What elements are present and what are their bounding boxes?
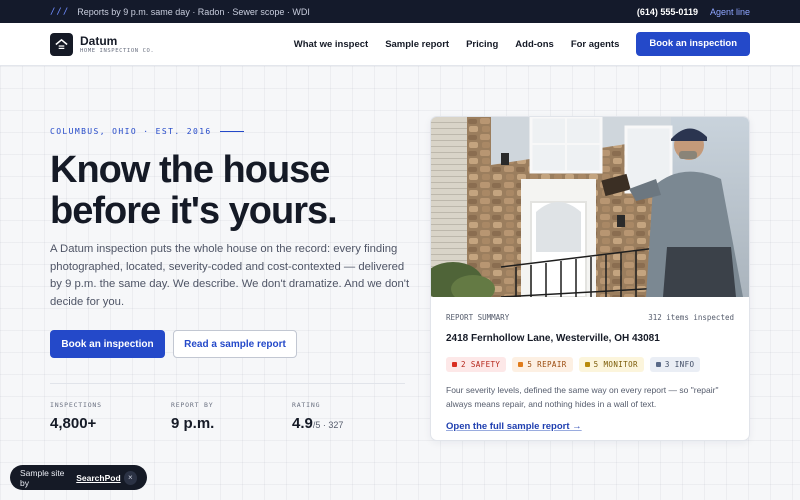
stat-value: 4,800+ [50, 415, 97, 432]
nav-for-agents[interactable]: For agents [571, 39, 620, 50]
eyebrow-text: COLUMBUS, OHIO · EST. 2016 [50, 127, 212, 136]
brand-tagline: HOME INSPECTION CO. [80, 47, 155, 54]
headline-line-1: Know the house [50, 149, 330, 191]
sample-site-toast: Sample site by SearchPod × [10, 465, 147, 490]
chip-info: 3 INFO [649, 357, 701, 372]
card-body: REPORT SUMMARY 312 items inspected 2418 … [431, 313, 749, 434]
chip-monitor: 5 MONITOR [578, 357, 644, 372]
hero-headline: Know the house before it's yours. [50, 150, 410, 232]
stat-sub: /5 · 327 [312, 420, 344, 430]
nav-pricing[interactable]: Pricing [466, 39, 498, 50]
monitor-dot-icon [584, 362, 590, 367]
property-address: 2418 Fernhollow Lane, Westerville, OH 43… [446, 333, 660, 344]
stats-divider [50, 383, 405, 384]
stat-label: REPORT BY [171, 401, 214, 409]
book-inspection-button[interactable]: Book an inspection [50, 330, 165, 358]
inspector-photo [431, 117, 749, 297]
slashes-decoration: /// [50, 6, 70, 17]
chip-label: 2 SAFETY [461, 360, 501, 369]
eyebrow-rule [219, 131, 244, 132]
hero-eyebrow: COLUMBUS, OHIO · EST. 2016 [50, 127, 244, 136]
announcement-text: Reports by 9 p.m. same day · Radon · Sew… [77, 6, 310, 17]
severity-chips: 2 SAFETY 5 REPAIR 5 MONITOR 3 INFO [446, 357, 734, 372]
nav-what-we-inspect[interactable]: What we inspect [294, 39, 368, 50]
house-logo-icon [50, 32, 73, 56]
agent-line-link[interactable]: Agent line [710, 7, 750, 17]
brand-logo[interactable]: Datum HOME INSPECTION CO. [50, 32, 155, 56]
report-summary-card: REPORT SUMMARY 312 items inspected 2418 … [430, 116, 750, 441]
chip-label: 5 MONITOR [593, 360, 638, 369]
chip-repair: 5 REPAIR [512, 357, 573, 372]
summary-row: REPORT SUMMARY 312 items inspected [446, 313, 734, 322]
brand-name: Datum [80, 33, 118, 48]
severity-note: Four severity levels, defined the same w… [446, 385, 719, 409]
hero-description: A Datum inspection puts the whole house … [50, 243, 410, 308]
stat-rating: RATING 4.9/5 · 327 [292, 401, 413, 432]
items-count: 312 items inspected [648, 313, 734, 322]
safety-dot-icon [452, 362, 457, 367]
sample-report-button[interactable]: Read a sample report [173, 330, 297, 358]
stat-label: RATING [292, 401, 321, 409]
site-header: Datum HOME INSPECTION CO. What we inspec… [0, 23, 800, 66]
stat-report-by: REPORT BY 9 p.m. [171, 401, 292, 432]
repair-dot-icon [518, 362, 524, 367]
toast-prefix: Sample site by [20, 467, 65, 488]
info-dot-icon [655, 362, 661, 367]
nav-sample-report[interactable]: Sample report [385, 39, 449, 50]
nav-add-ons[interactable]: Add-ons [515, 39, 554, 50]
contact-links: (614) 555-0119 Agent line [637, 7, 750, 17]
close-icon[interactable]: × [123, 470, 137, 485]
stat-label: INSPECTIONS [50, 401, 102, 409]
header-book-button[interactable]: Book an inspection [636, 32, 750, 56]
chip-safety: 2 SAFETY [446, 357, 507, 372]
chip-label: 5 REPAIR [527, 360, 567, 369]
open-sample-report-link[interactable]: Open the full sample report → [446, 421, 582, 432]
summary-label: REPORT SUMMARY [446, 313, 510, 322]
chip-label: 3 INFO [664, 360, 695, 369]
main-nav: What we inspect Sample report Pricing Ad… [294, 32, 750, 56]
stat-value: 4.9 [292, 415, 313, 432]
headline-line-2: before it's yours. [50, 190, 338, 232]
stat-value-wrap: 4.9/5 · 327 [292, 415, 413, 432]
announcement: /// Reports by 9 p.m. same day · Radon ·… [50, 7, 310, 17]
stat-value: 9 p.m. [171, 415, 215, 432]
phone-link[interactable]: (614) 555-0119 [637, 7, 698, 17]
announcement-bar: /// Reports by 9 p.m. same day · Radon ·… [0, 0, 800, 23]
toast-brand-link[interactable]: SearchPod [76, 473, 120, 483]
hero-cta-group: Book an inspection Read a sample report [50, 330, 297, 358]
stats-row: INSPECTIONS 4,800+ REPORT BY 9 p.m. RATI… [50, 401, 413, 432]
stat-inspections: INSPECTIONS 4,800+ [50, 401, 171, 432]
